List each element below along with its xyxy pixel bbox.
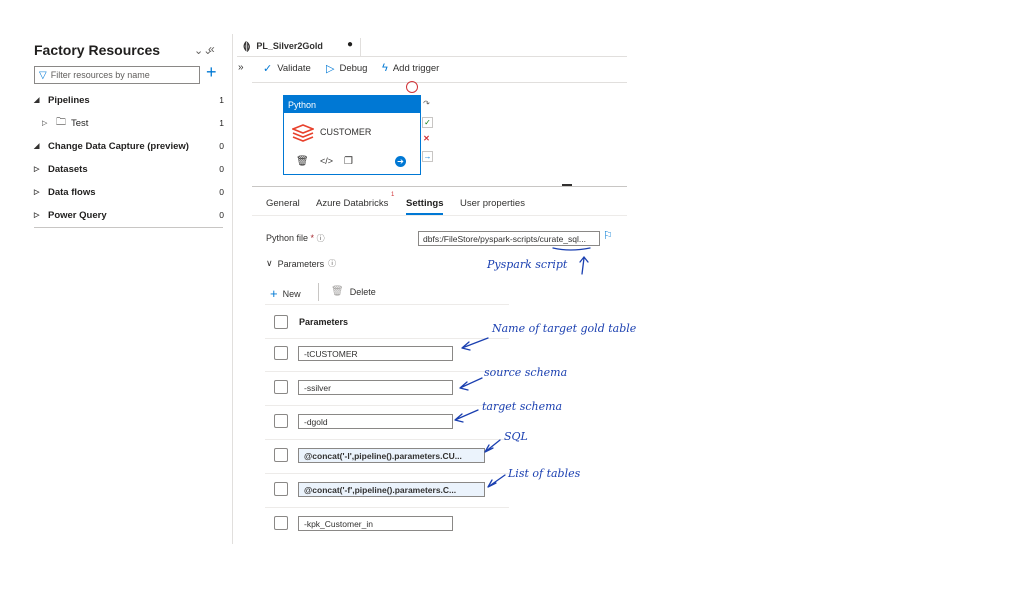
annotation-target-table: Name of target gold table — [492, 322, 637, 335]
annotation-pyspark-script: Pyspark script — [487, 258, 568, 271]
annotation-sql: SQL — [504, 430, 528, 443]
annotation-arrows — [454, 247, 591, 488]
annotation-target-schema: target schema — [482, 400, 563, 413]
annotation-source-schema: source schema — [484, 366, 568, 379]
annotation-list-of-tables: List of tables — [508, 467, 581, 480]
